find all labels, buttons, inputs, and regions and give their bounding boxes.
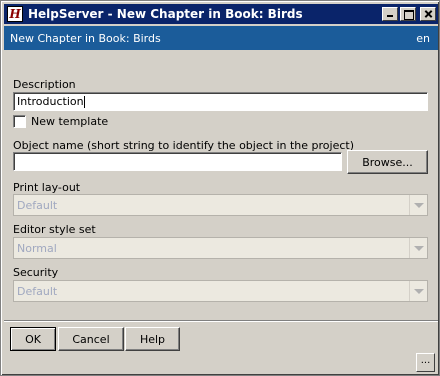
editor-style-label: Editor style set bbox=[13, 223, 96, 236]
header-title: New Chapter in Book: Birds bbox=[10, 31, 161, 45]
editor-style-value: Normal bbox=[17, 242, 57, 255]
help-button[interactable]: Help bbox=[125, 327, 180, 351]
chevron-down-icon[interactable] bbox=[409, 281, 427, 301]
security-select[interactable]: Default bbox=[13, 280, 428, 302]
more-button[interactable]: ... bbox=[416, 353, 435, 372]
new-template-label: New template bbox=[31, 115, 109, 128]
close-icon[interactable] bbox=[420, 7, 436, 21]
app-icon: H bbox=[7, 6, 23, 22]
description-label: Description bbox=[13, 78, 76, 91]
description-field[interactable]: Introduction bbox=[13, 92, 428, 111]
window-controls bbox=[382, 7, 436, 21]
print-layout-select[interactable]: Default bbox=[13, 194, 428, 216]
browse-label: Browse... bbox=[362, 155, 413, 169]
browse-button[interactable]: Browse... bbox=[347, 150, 428, 174]
chevron-down-icon[interactable] bbox=[409, 195, 427, 215]
cancel-button[interactable]: Cancel bbox=[58, 327, 124, 351]
security-value: Default bbox=[17, 285, 58, 298]
new-template-checkbox[interactable] bbox=[13, 115, 26, 128]
print-layout-label: Print lay-out bbox=[13, 181, 81, 194]
dialog-window: H HelpServer - New Chapter in Book: Bird… bbox=[0, 0, 440, 376]
text-cursor bbox=[83, 96, 85, 108]
security-label: Security bbox=[13, 266, 59, 279]
divider bbox=[4, 320, 438, 322]
title-bar[interactable]: H HelpServer - New Chapter in Book: Bird… bbox=[4, 4, 438, 24]
description-value: Introduction bbox=[17, 95, 84, 108]
status-bar: ... bbox=[4, 351, 438, 374]
editor-style-select[interactable]: Normal bbox=[13, 237, 428, 259]
minimize-icon[interactable] bbox=[382, 7, 398, 21]
ok-button[interactable]: OK bbox=[10, 327, 56, 351]
cancel-label: Cancel bbox=[72, 332, 110, 346]
maximize-icon[interactable] bbox=[400, 7, 416, 21]
object-name-field[interactable] bbox=[13, 152, 342, 171]
new-template-row[interactable]: New template bbox=[13, 115, 108, 128]
language-code: en bbox=[416, 31, 430, 45]
print-layout-value: Default bbox=[17, 199, 58, 212]
more-label: ... bbox=[420, 355, 431, 366]
chevron-down-icon[interactable] bbox=[409, 238, 427, 258]
help-label: Help bbox=[139, 332, 166, 346]
header-band: New Chapter in Book: Birds en bbox=[4, 26, 438, 50]
window-title: HelpServer - New Chapter in Book: Birds bbox=[28, 7, 303, 21]
object-name-label: Object name (short string to identify th… bbox=[13, 139, 354, 152]
ok-label: OK bbox=[25, 332, 41, 346]
